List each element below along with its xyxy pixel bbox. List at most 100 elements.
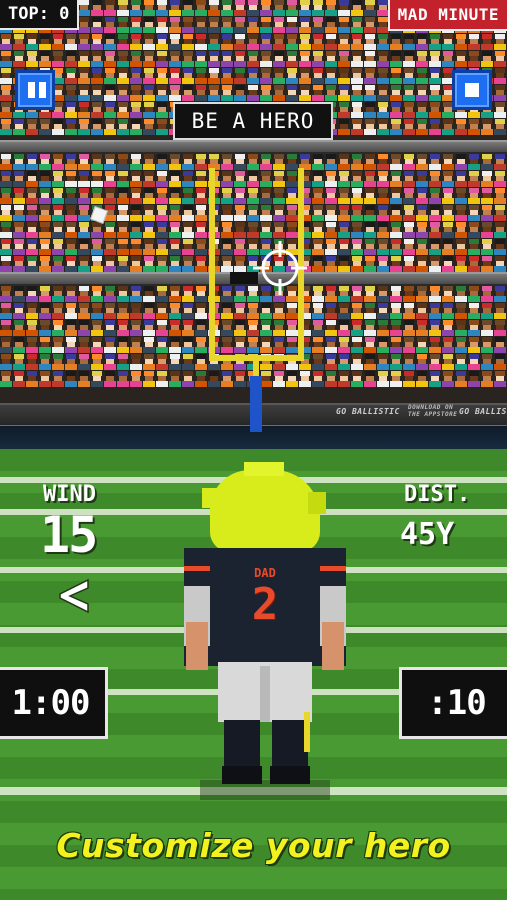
crowd-fan [208, 17, 220, 33]
crowd-fan [403, 222, 415, 238]
player-right-shoe [270, 766, 310, 784]
crowd-fan [390, 239, 402, 255]
crowd-fan [130, 0, 142, 16]
crowd-fan [455, 154, 467, 170]
crowd-fan [455, 320, 467, 336]
crowd-fan [234, 303, 246, 319]
crowd-fan [195, 51, 207, 67]
crowd-fan [377, 222, 389, 238]
crowd-fan [169, 205, 181, 221]
crowd-fan [13, 256, 25, 272]
crowd-fan [351, 205, 363, 221]
crowd-fan [273, 205, 285, 221]
crowd-fan [39, 286, 51, 302]
crowd-fan [364, 188, 376, 204]
crosshair-icon[interactable] [253, 241, 307, 295]
crowd-fan [13, 188, 25, 204]
crowd-fan [442, 188, 454, 204]
crowd-fan [26, 337, 38, 353]
crowd-fan [286, 68, 298, 84]
crowd-fan [65, 51, 77, 67]
crowd-fan [221, 239, 233, 255]
crowd-fan [143, 51, 155, 67]
crowd-fan [169, 256, 181, 272]
crowd-fan [390, 154, 402, 170]
crowd-fan [312, 320, 324, 336]
crowd-fan [299, 68, 311, 84]
crowd-fan [195, 256, 207, 272]
stop-button[interactable] [452, 70, 492, 110]
crowd-fan [52, 171, 64, 187]
crowd-fan [325, 256, 337, 272]
stop-icon [465, 83, 479, 97]
crowd-fan [91, 85, 103, 101]
player-hair-tuft [308, 492, 326, 514]
crowd-fan [312, 17, 324, 33]
crowd-fan [143, 239, 155, 255]
crowd-fan [52, 371, 64, 387]
crowd-fan [143, 337, 155, 353]
crowd-fan [117, 119, 129, 135]
crowd-fan [221, 154, 233, 170]
crowd-fan [260, 188, 272, 204]
crowd-fan [286, 337, 298, 353]
crowd-fan [273, 171, 285, 187]
crowd-fan [260, 303, 272, 319]
player-character[interactable]: DAD 2 [180, 462, 350, 802]
crowd-fan [26, 188, 38, 204]
crowd-fan [195, 222, 207, 238]
crowd-fan [195, 85, 207, 101]
crowd-fan [195, 239, 207, 255]
crowd-fan [13, 337, 25, 353]
crowd-fan [65, 154, 77, 170]
crowd-fan [312, 205, 324, 221]
crowd-fan [52, 320, 64, 336]
crowd-fan [260, 51, 272, 67]
crowd-fan [273, 51, 285, 67]
crowd-fan [65, 188, 77, 204]
player-hair-tuft [202, 488, 224, 508]
crowd-fan [364, 256, 376, 272]
crowd-fan [117, 51, 129, 67]
crowd-fan [494, 68, 506, 84]
crowd-fan [364, 222, 376, 238]
crowd-fan [91, 320, 103, 336]
crowd-fan [78, 17, 90, 33]
crowd-fan [338, 320, 350, 336]
crowd-fan [481, 256, 493, 272]
crowd-fan [65, 34, 77, 50]
crowd-fan [338, 154, 350, 170]
player-left-hand [186, 622, 208, 670]
crowd-fan [416, 171, 428, 187]
crowd-fan [286, 371, 298, 387]
pause-button[interactable] [15, 70, 55, 110]
crowd-fan [221, 68, 233, 84]
crowd-fan [390, 102, 402, 118]
crowd-fan [416, 320, 428, 336]
crowd-fan [403, 239, 415, 255]
crowd-fan [208, 371, 220, 387]
crowd-fan [143, 154, 155, 170]
crowd-fan [39, 34, 51, 50]
crowd-fan [364, 68, 376, 84]
crowd-fan [403, 205, 415, 221]
crowd-fan [494, 51, 506, 67]
crowd-fan [169, 286, 181, 302]
crowd-fan [39, 119, 51, 135]
crowd-fan [65, 171, 77, 187]
crowd-fan [325, 85, 337, 101]
crowd-fan [312, 239, 324, 255]
crowd-fan [130, 17, 142, 33]
crowd-fan [247, 154, 259, 170]
crowd-fan [481, 354, 493, 370]
jersey-stripe-left [184, 566, 210, 571]
crowd-fan [117, 354, 129, 370]
crowd-fan [481, 239, 493, 255]
crowd-fan [377, 85, 389, 101]
crowd-fan [481, 171, 493, 187]
crowd-fan [39, 239, 51, 255]
crowd-fan [104, 51, 116, 67]
crowd-fan [364, 337, 376, 353]
crowd-fan [130, 171, 142, 187]
crowd-fan [494, 371, 506, 387]
